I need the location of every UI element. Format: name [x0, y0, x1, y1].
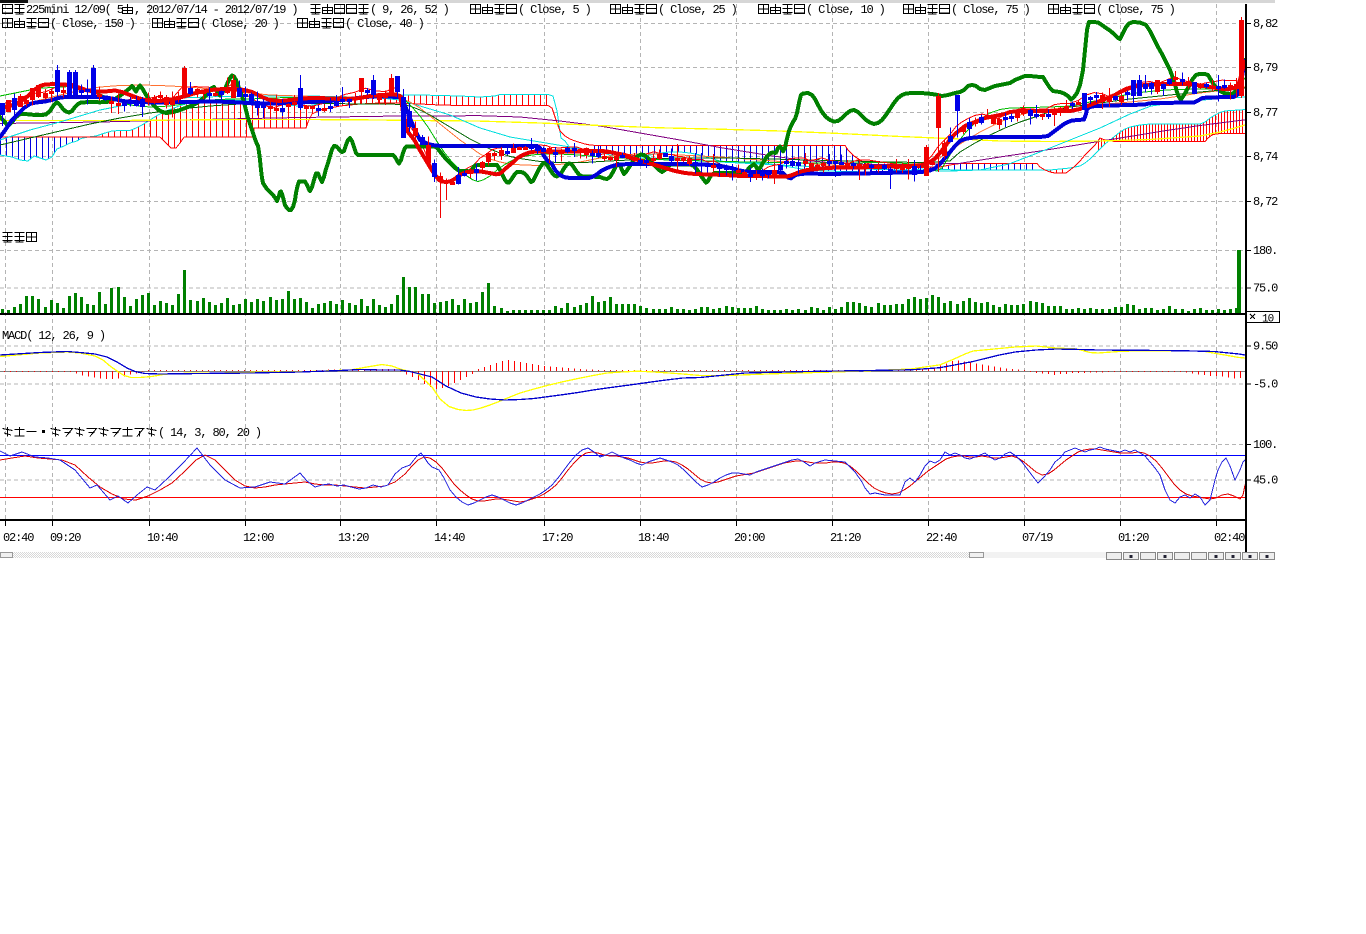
svg-text:9.50: 9.50 [1253, 340, 1278, 354]
svg-text:( Close, 20 ): ( Close, 20 ) [200, 17, 279, 31]
svg-text:100.: 100. [1253, 438, 1277, 452]
svg-text:18:40: 18:40 [638, 531, 669, 545]
svg-text:( Close, 5 ): ( Close, 5 ) [518, 3, 591, 17]
svg-text:10:40: 10:40 [147, 531, 178, 545]
svg-text:13:20: 13:20 [338, 531, 369, 545]
svg-text:8,74: 8,74 [1253, 150, 1278, 164]
svg-text:17:20: 17:20 [542, 531, 573, 545]
svg-text:( Close, 10 ): ( Close, 10 ) [806, 3, 885, 17]
svg-text:20:00: 20:00 [734, 531, 765, 545]
svg-text:-5.0: -5.0 [1253, 378, 1278, 392]
svg-text:( 14, 3, 80, 20 ): ( 14, 3, 80, 20 ) [158, 426, 261, 440]
svg-text:75.0: 75.0 [1253, 282, 1278, 296]
svg-text:21:20: 21:20 [830, 531, 861, 545]
svg-text:09:20: 09:20 [50, 531, 81, 545]
svg-text:8,82: 8,82 [1253, 17, 1278, 31]
svg-text:10: 10 [1262, 314, 1274, 326]
svg-text:8,77: 8,77 [1253, 106, 1278, 120]
svg-text:8,72: 8,72 [1253, 195, 1278, 209]
svg-text:, 2012/07/14 - 2012/07/19 ): , 2012/07/14 - 2012/07/19 ) [134, 3, 297, 17]
svg-text:MACD( 12, 26, 9 ): MACD( 12, 26, 9 ) [2, 329, 105, 343]
svg-text:02:40: 02:40 [3, 531, 34, 545]
svg-text:07/19: 07/19 [1022, 531, 1053, 545]
svg-text:02:40: 02:40 [1214, 531, 1245, 545]
svg-text:( 9, 26, 52 ): ( 9, 26, 52 ) [370, 3, 449, 17]
svg-text:22:40: 22:40 [926, 531, 957, 545]
svg-text:( Close, 25 ): ( Close, 25 ) [658, 3, 737, 17]
svg-text:( Close, 40 ): ( Close, 40 ) [345, 17, 424, 31]
svg-text:12:00: 12:00 [243, 531, 274, 545]
svg-text:( Close, 75 ): ( Close, 75 ) [1096, 3, 1175, 17]
svg-text:225mini 12/09( 5: 225mini 12/09( 5 [26, 3, 124, 17]
svg-text:( Close, 150 ): ( Close, 150 ) [50, 17, 135, 31]
svg-text:8,79: 8,79 [1253, 61, 1278, 75]
svg-text:45.0: 45.0 [1253, 474, 1278, 488]
svg-text:180.: 180. [1253, 244, 1277, 258]
svg-text:14:40: 14:40 [434, 531, 465, 545]
svg-text:01:20: 01:20 [1118, 531, 1149, 545]
svg-text:( Close, 75 ): ( Close, 75 ) [951, 3, 1030, 17]
